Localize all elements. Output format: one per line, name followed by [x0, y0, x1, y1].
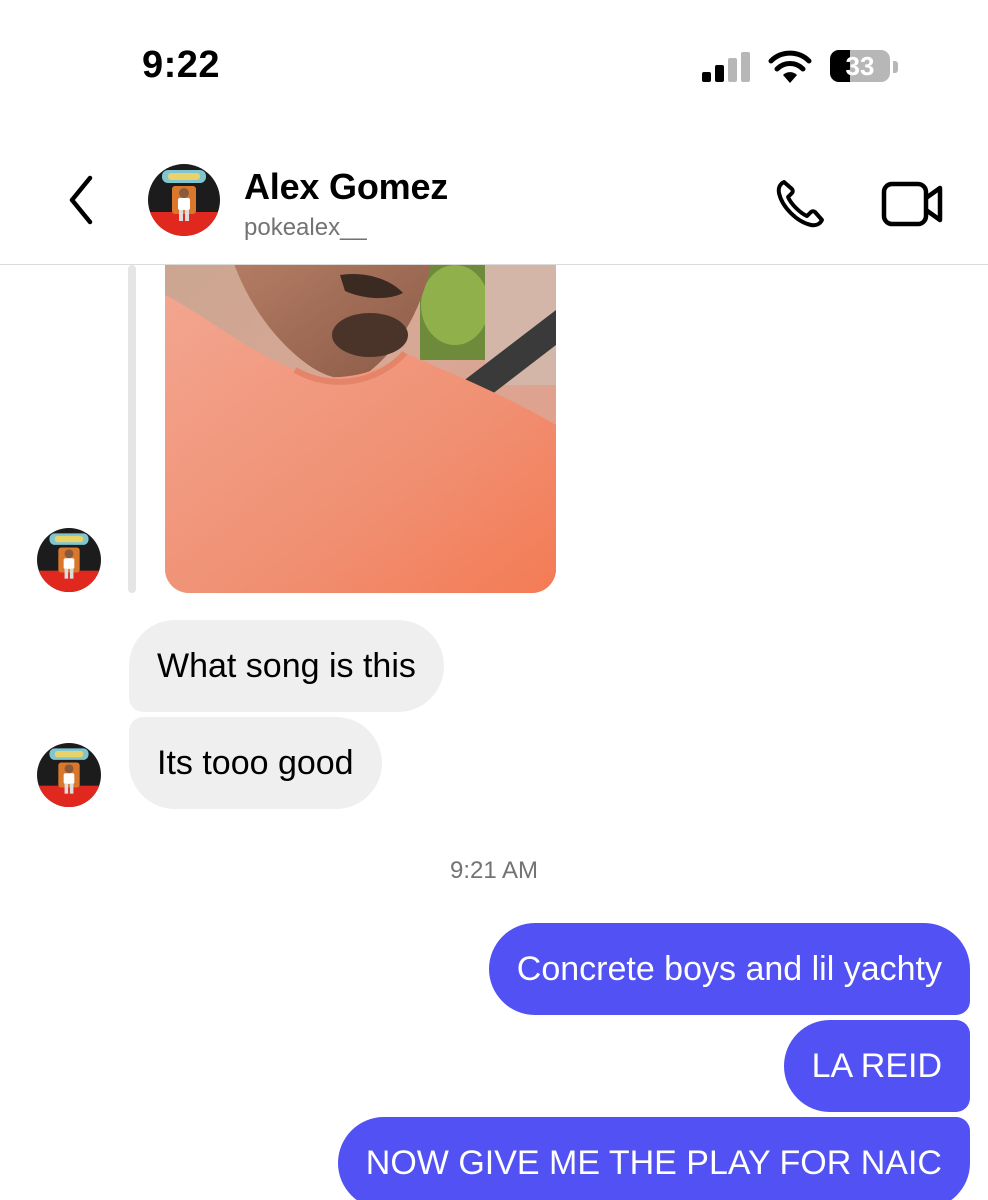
wifi-icon: [768, 50, 812, 83]
sender-avatar[interactable]: [37, 743, 101, 807]
shared-photo[interactable]: [165, 265, 556, 593]
contact-name[interactable]: Alex Gomez: [244, 166, 448, 208]
battery-indicator: 33: [830, 50, 890, 82]
incoming-message[interactable]: Its tooo good: [129, 717, 382, 809]
message-list: What song is this Its tooo good 9:21 AM …: [0, 265, 988, 1200]
battery-cap: [893, 61, 898, 73]
reply-indicator-bar: [128, 265, 136, 593]
phone-icon[interactable]: [770, 174, 830, 234]
message-timestamp: 9:21 AM: [449, 857, 539, 884]
outgoing-message[interactable]: Concrete boys and lil yachty: [488, 923, 970, 1015]
contact-avatar[interactable]: [148, 164, 220, 236]
cellular-signal-icon: [702, 52, 750, 82]
video-camera-icon[interactable]: [878, 174, 948, 234]
outgoing-message[interactable]: LA REID: [783, 1020, 970, 1112]
status-time: 9:22: [142, 44, 221, 86]
battery-level: 33: [845, 51, 875, 81]
dm-thread-screen: 9:22 33 Alex Gomez pokealex__ What song …: [0, 0, 988, 1200]
sender-avatar[interactable]: [37, 528, 101, 592]
outgoing-message[interactable]: NOW GIVE ME THE PLAY FOR NAIC: [337, 1117, 970, 1200]
status-bar: 9:22 33: [0, 0, 988, 130]
chevron-left-icon[interactable]: [52, 170, 112, 230]
incoming-message[interactable]: What song is this: [129, 620, 444, 712]
chat-header: Alex Gomez pokealex__: [0, 130, 988, 265]
contact-username[interactable]: pokealex__: [244, 214, 367, 242]
